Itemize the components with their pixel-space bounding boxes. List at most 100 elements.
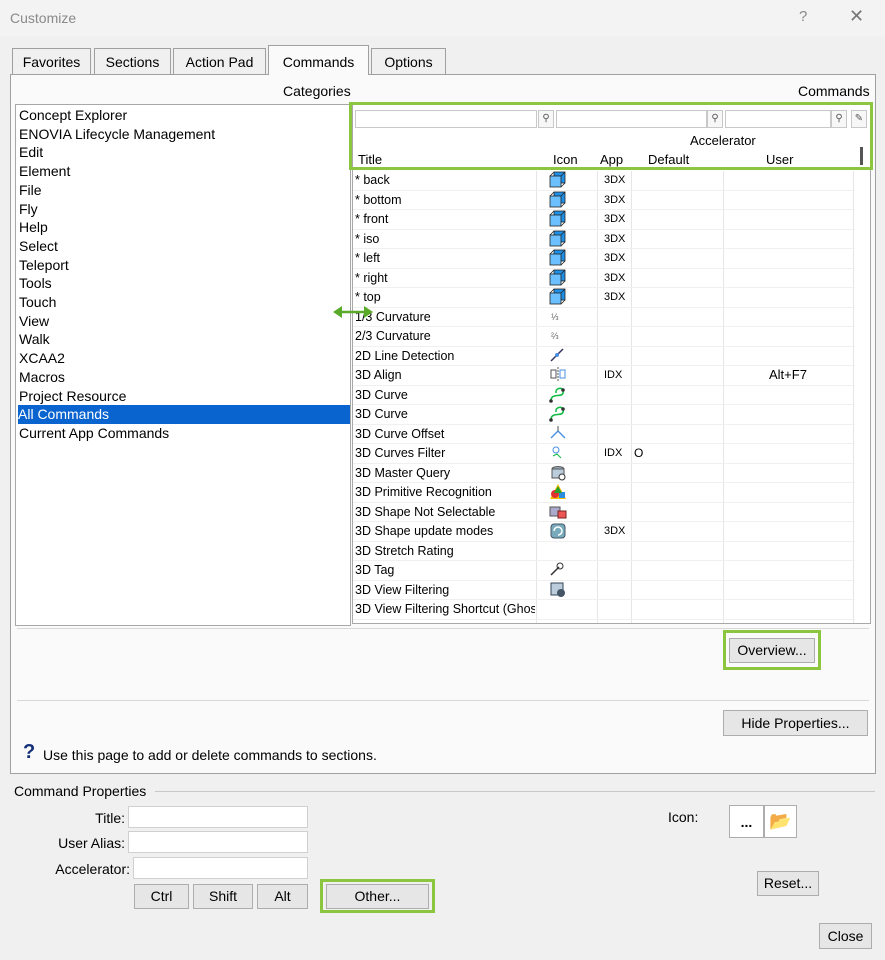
table-row[interactable]: 3D View Filtering <box>353 581 855 600</box>
table-row[interactable]: * bottom 3DX <box>353 191 855 210</box>
title-label: Title: <box>95 810 125 826</box>
tab-favorites[interactable]: Favorites <box>12 48 91 74</box>
category-item[interactable]: Concept Explorer <box>19 106 127 125</box>
command-title: 3D Tag <box>355 563 395 577</box>
table-row[interactable]: 1/3 Curvature ⅓ <box>353 308 855 327</box>
command-app: 3DX <box>604 232 626 245</box>
commands-grid[interactable]: ⚲ ⚲ ⚲ ✎ Accelerator Title Icon App Defau… <box>352 104 871 624</box>
category-item[interactable]: Current App Commands <box>19 424 169 443</box>
tab-sections[interactable]: Sections <box>94 48 171 74</box>
curve-offset-icon <box>549 425 571 444</box>
user-alias-label: User Alias: <box>58 835 125 851</box>
shift-button[interactable]: Shift <box>193 884 253 909</box>
splitter-resize-icon[interactable] <box>332 303 374 321</box>
command-title: 3D Shape update modes <box>355 524 494 538</box>
table-row[interactable]: * iso 3DX <box>353 230 855 249</box>
category-item[interactable]: Fly <box>19 200 38 219</box>
cube-iso-icon <box>549 230 571 249</box>
table-row[interactable]: 3D Curve <box>353 386 855 405</box>
command-app: IDX <box>604 447 623 459</box>
tab-action-pad[interactable]: Action Pad <box>173 48 266 74</box>
command-title: 3D Curve <box>355 387 408 402</box>
category-item[interactable]: Teleport <box>19 256 69 275</box>
table-row[interactable]: 3D Curve <box>353 405 855 425</box>
hide-properties-button[interactable]: Hide Properties... <box>723 710 868 736</box>
tab-options[interactable]: Options <box>371 48 446 74</box>
categories-label: Categories <box>283 83 351 99</box>
empty-icon <box>549 600 571 619</box>
alt-button[interactable]: Alt <box>257 884 308 909</box>
command-title: 3D Master Query <box>355 465 451 480</box>
two-thirds-icon: ⅔ <box>549 327 571 346</box>
command-title: 3D View Filtering Shortcut (Ghost <box>355 602 535 616</box>
reset-button[interactable]: Reset... <box>757 871 819 896</box>
table-row[interactable]: 3D Curve Offset <box>353 425 855 444</box>
table-row[interactable]: 2D Line Detection <box>353 347 855 366</box>
table-row[interactable]: 3D Align IDX Alt+F7 <box>353 366 855 386</box>
table-row[interactable]: 3D View Filtering Shortcut (Ghost <box>353 600 855 620</box>
open-folder-icon[interactable]: 📂 <box>764 805 797 838</box>
table-row[interactable]: 3D Curves Filter IDX O <box>353 444 855 464</box>
other-button[interactable]: Other... <box>326 884 429 909</box>
category-item[interactable]: Project Resource <box>19 387 126 406</box>
window-title: Customize <box>10 10 77 26</box>
primitive-icon <box>549 483 571 502</box>
categories-list[interactable]: Concept Explorer ENOVIA Lifecycle Managem… <box>15 104 351 626</box>
command-app: 3DX <box>604 213 626 225</box>
command-title: 3D Primitive Recognition <box>355 485 492 499</box>
command-app: 3DX <box>604 291 626 303</box>
category-item[interactable]: Help <box>19 218 48 237</box>
user-alias-field[interactable] <box>128 831 308 853</box>
category-item[interactable]: All Commands <box>18 405 350 425</box>
table-row[interactable]: * back 3DX <box>353 171 855 191</box>
tab-commands[interactable]: Commands <box>268 45 369 75</box>
view-filter-icon <box>549 581 571 600</box>
table-row[interactable]: 3D Primitive Recognition <box>353 483 855 503</box>
command-title: 2/3 Curvature <box>355 329 431 343</box>
table-row[interactable]: * left 3DX <box>353 249 855 269</box>
line-detection-icon <box>549 347 571 366</box>
filter-highlight <box>349 102 873 170</box>
table-row[interactable]: * right 3DX <box>353 269 855 288</box>
category-item[interactable]: ENOVIA Lifecycle Management <box>19 125 215 144</box>
category-item[interactable]: Macros <box>19 368 65 387</box>
table-row[interactable]: 3D Shape Not Selectable <box>353 503 855 522</box>
overview-button[interactable]: Overview... <box>729 638 815 663</box>
category-item[interactable]: View <box>19 312 49 331</box>
command-title: 2D Line Detection <box>355 348 455 363</box>
command-title: * bottom <box>355 192 402 207</box>
category-item[interactable]: XCAA2 <box>19 349 65 368</box>
table-row[interactable]: 2/3 Curvature ⅔ <box>353 327 855 347</box>
title-field[interactable] <box>128 806 308 828</box>
command-app: 3DX <box>604 525 626 537</box>
table-row[interactable]: * top 3DX <box>353 288 855 308</box>
command-app: 3DX <box>604 271 626 284</box>
command-app: 3DX <box>604 174 626 186</box>
command-default-accelerator: O <box>634 446 644 460</box>
close-button[interactable]: Close <box>819 923 872 949</box>
close-window-button[interactable]: ✕ <box>849 6 864 27</box>
command-title: * left <box>355 251 381 265</box>
accelerator-field[interactable] <box>133 857 308 879</box>
help-button[interactable]: ? <box>799 8 807 25</box>
category-item[interactable]: Walk <box>19 330 50 349</box>
category-item[interactable]: File <box>19 181 42 200</box>
curve-icon <box>549 405 571 424</box>
category-item[interactable]: Tools <box>19 274 52 293</box>
table-row[interactable]: 3D Master Query <box>353 464 855 483</box>
table-row[interactable]: 3D Tag <box>353 561 855 581</box>
category-item[interactable]: Touch <box>19 293 56 312</box>
browse-icon-button[interactable]: ... <box>729 805 764 838</box>
command-title: 3D Stretch Rating <box>355 543 454 558</box>
command-title: 1/3 Curvature <box>355 309 431 324</box>
command-app: IDX <box>604 369 623 381</box>
category-item[interactable]: Edit <box>19 143 43 162</box>
table-row[interactable]: * front 3DX <box>353 210 855 230</box>
shape-update-icon <box>549 522 571 541</box>
category-item[interactable]: Select <box>19 237 58 256</box>
table-row[interactable]: 3D Stretch Rating <box>353 542 855 561</box>
category-item[interactable]: Element <box>19 162 70 181</box>
ctrl-button[interactable]: Ctrl <box>134 884 189 909</box>
table-row[interactable]: 3D Shape update modes 3DX <box>353 522 855 542</box>
cube-left-icon <box>549 249 571 268</box>
